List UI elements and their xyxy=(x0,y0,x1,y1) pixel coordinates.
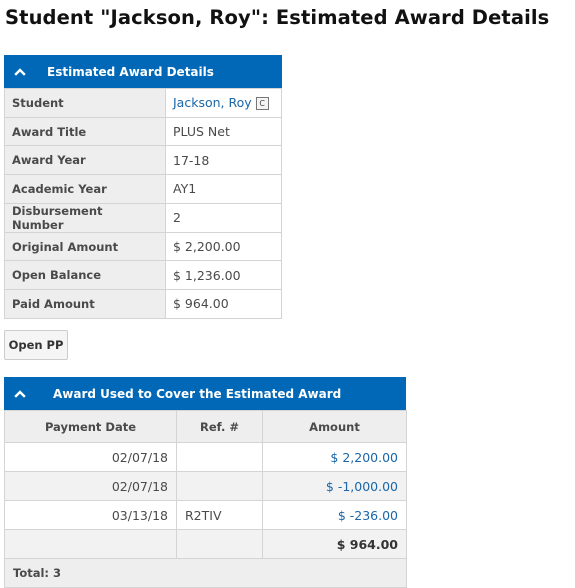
detail-value: 17-18 xyxy=(165,145,282,176)
amount-link[interactable]: $ -236.00 xyxy=(262,500,407,530)
ref-cell: R2TIV xyxy=(176,500,263,530)
amount-link[interactable]: $ 2,200.00 xyxy=(262,442,407,472)
page-title: Student "Jackson, Roy": Estimated Award … xyxy=(5,6,550,29)
detail-row-open-balance: Open Balance $ 1,236.00 xyxy=(4,260,282,291)
sum-spacer xyxy=(176,529,263,559)
detail-label: Open Balance xyxy=(4,260,166,291)
detail-value: $ 964.00 xyxy=(165,289,282,319)
payment-date-cell: 02/07/18 xyxy=(4,471,177,501)
detail-row-academic-year: Academic Year AY1 xyxy=(4,174,282,204)
payment-date-cell: 03/13/18 xyxy=(4,500,177,530)
sum-spacer xyxy=(4,529,177,559)
detail-row-disbursement-number: Disbursement Number 2 xyxy=(4,202,282,233)
detail-label: Paid Amount xyxy=(4,289,166,319)
student-link[interactable]: Jackson, Roy xyxy=(173,95,252,110)
column-header-ref[interactable]: Ref. # xyxy=(176,410,263,443)
total-row: Total: 3 xyxy=(4,558,407,588)
ref-cell xyxy=(176,471,263,501)
open-pp-button[interactable]: Open PP xyxy=(4,330,68,360)
award-panel-header[interactable]: Award Used to Cover the Estimated Award xyxy=(4,377,406,410)
detail-row-award-title: Award Title PLUS Net xyxy=(4,116,282,147)
detail-value: Jackson, Roy C xyxy=(165,88,282,118)
detail-value: 2 xyxy=(165,202,282,233)
details-table: Student Jackson, Roy C Award Title PLUS N… xyxy=(4,88,282,319)
chevron-up-icon[interactable] xyxy=(13,387,27,401)
detail-label: Award Year xyxy=(4,145,166,176)
detail-row-original-amount: Original Amount $ 2,200.00 xyxy=(4,231,282,262)
detail-label: Award Title xyxy=(4,116,166,147)
detail-row-award-year: Award Year 17-18 xyxy=(4,145,282,176)
detail-row-student: Student Jackson, Roy C xyxy=(4,88,282,118)
table-row: 02/07/18 $ -1,000.00 xyxy=(4,471,407,501)
column-header-amount[interactable]: Amount xyxy=(262,410,407,443)
total-count: Total: 3 xyxy=(4,558,407,588)
detail-label: Original Amount xyxy=(4,231,166,262)
details-panel-title: Estimated Award Details xyxy=(47,64,214,79)
table-row: 02/07/18 $ 2,200.00 xyxy=(4,442,407,472)
detail-value: $ 1,236.00 xyxy=(165,260,282,291)
ref-cell xyxy=(176,442,263,472)
payment-date-cell: 02/07/18 xyxy=(4,442,177,472)
award-table-header-row: Payment Date Ref. # Amount xyxy=(4,410,407,443)
copy-icon[interactable]: C xyxy=(255,97,269,111)
detail-row-paid-amount: Paid Amount $ 964.00 xyxy=(4,289,282,319)
sum-row: $ 964.00 xyxy=(4,529,407,559)
award-table: Payment Date Ref. # Amount 02/07/18 $ 2,… xyxy=(4,410,407,588)
column-header-payment-date[interactable]: Payment Date xyxy=(4,410,177,443)
detail-label: Student xyxy=(4,88,166,118)
detail-label: Academic Year xyxy=(4,174,166,204)
amount-link[interactable]: $ -1,000.00 xyxy=(262,471,407,501)
detail-label: Disbursement Number xyxy=(4,202,166,233)
detail-value: AY1 xyxy=(165,174,282,204)
details-panel-header[interactable]: Estimated Award Details xyxy=(4,55,282,88)
detail-value: $ 2,200.00 xyxy=(165,231,282,262)
sum-amount: $ 964.00 xyxy=(262,529,407,559)
table-row: 03/13/18 R2TIV $ -236.00 xyxy=(4,500,407,530)
chevron-up-icon[interactable] xyxy=(13,65,27,79)
detail-value: PLUS Net xyxy=(165,116,282,147)
award-panel-title: Award Used to Cover the Estimated Award xyxy=(53,386,342,401)
